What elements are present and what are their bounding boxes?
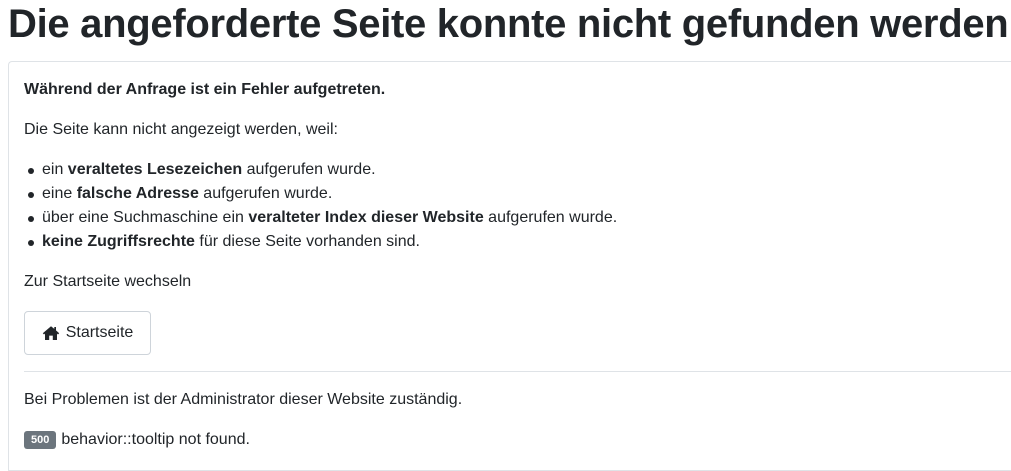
list-item: eine falsche Adresse aufgerufen wurde. <box>24 182 617 206</box>
reason-emphasis: falsche Adresse <box>76 185 199 202</box>
home-hint: Zur Startseite wechseln <box>24 273 192 290</box>
reason-emphasis: veralteter Index dieser Website <box>248 209 484 226</box>
error-line: 500 behavior::tooltip not found. <box>24 428 250 452</box>
reason-text: aufgerufen wurde. <box>242 161 376 178</box>
reason-text: aufgerufen wurde. <box>483 209 618 226</box>
page-title: Die angeforderte Seite konnte nicht gefu… <box>8 2 1011 46</box>
list-item: über eine Suchmaschine ein veralteter In… <box>24 206 617 230</box>
bullet-icon <box>28 240 34 246</box>
reason-text: eine <box>42 185 77 202</box>
reason-text: ein <box>42 161 68 178</box>
list-item: keine Zugriffsrechte für diese Seite vor… <box>24 230 617 254</box>
error-intro: Die Seite kann nicht angezeigt werden, w… <box>24 121 338 138</box>
status-badge: 500 <box>24 431 57 449</box>
home-button-label: Startseite <box>65 324 134 341</box>
list-item: ein veraltetes Lesezeichen aufgerufen wu… <box>24 158 617 182</box>
reason-text: für diese Seite vorhanden sind. <box>194 233 420 250</box>
error-heading: Während der Anfrage ist ein Fehler aufge… <box>24 81 386 98</box>
reason-emphasis: veraltetes Lesezeichen <box>67 161 243 178</box>
error-message: behavior::tooltip not found. <box>61 431 250 448</box>
admin-note: Bei Problemen ist der Administrator dies… <box>24 391 463 408</box>
reason-emphasis: keine Zugriffsrechte <box>42 233 195 250</box>
home-button[interactable]: Startseite <box>24 311 151 355</box>
reason-text: über eine Suchmaschine ein <box>42 209 249 226</box>
reason-list: ein veraltetes Lesezeichen aufgerufen wu… <box>24 158 617 254</box>
bullet-icon <box>28 168 34 174</box>
reason-text: aufgerufen wurde. <box>198 185 333 202</box>
bullet-icon <box>28 192 34 198</box>
divider <box>24 371 1011 372</box>
bullet-icon <box>28 216 34 222</box>
home-icon <box>42 326 59 340</box>
